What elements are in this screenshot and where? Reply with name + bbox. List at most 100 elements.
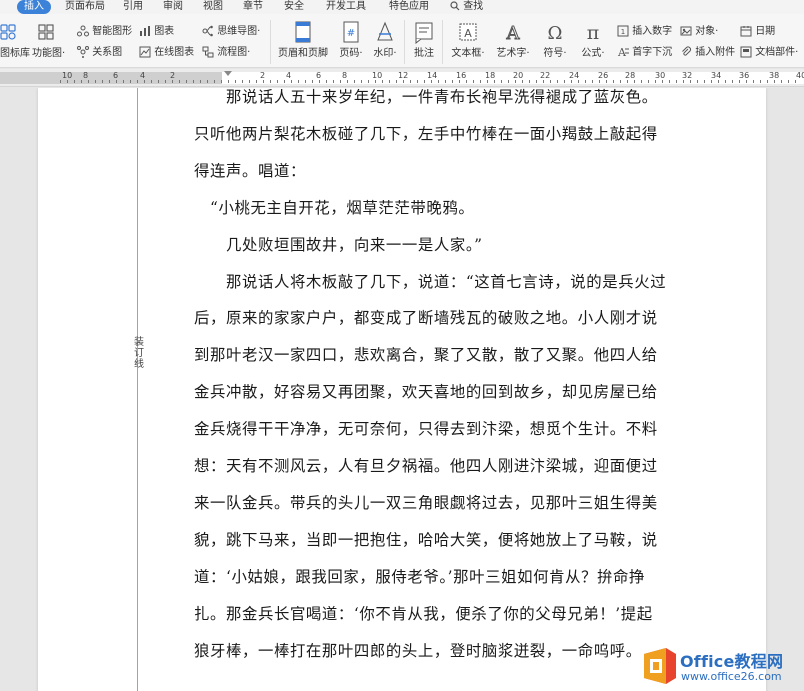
chart-button[interactable]: 图表 [139,25,174,39]
object-icon [680,26,692,36]
ruler-tick [725,80,726,83]
text-line[interactable]: 道：‘小姑娘，跟我回家，服侍老爷。’那叶三姐如何肯从？拚命挣 [194,565,645,587]
ruler-tick [144,80,145,83]
date-button[interactable]: 日期 [740,25,775,39]
ruler-tick [109,80,110,83]
tab-special-apps[interactable]: 特色应用 [389,0,429,14]
tab-review[interactable]: 审阅 [163,0,183,14]
ruler-tick [767,80,768,83]
search-button[interactable]: 查找 [450,0,483,14]
ruler-tick [410,80,411,83]
text-line[interactable]: 到那叶老汉一家四口，悲欢离合，聚了又散，散了又聚。他四人给 [194,343,658,365]
smart-shape-label: 智能图形 [92,26,133,37]
ruler-tick [179,80,180,83]
page-number-label: 页码· [339,48,363,59]
doc-parts-icon [740,46,752,58]
ruler-tick [214,80,215,83]
watermark-button[interactable]: 水印· [370,20,400,60]
ruler-tick [501,80,502,83]
text-line[interactable]: 几处败垣围故井，向来一一是人家。” [194,233,483,255]
drop-cap-button[interactable]: A 首字下沉 [617,46,672,60]
text-line[interactable]: 貌，跳下马来，当即一把抱住，哈哈大笑，便将她放上了马鞍，说 [194,528,658,550]
text-line[interactable]: 那说话人将木板敲了几下，说道：“这首七言诗，说的是兵火过 [194,270,666,292]
ruler-tick [60,80,61,83]
tab-references[interactable]: 引用 [123,0,143,14]
text-line[interactable]: 金兵冲散，好容易又再团聚，欢天喜地的回到故乡，却见房屋已给 [194,380,658,402]
smart-shape-button[interactable]: 智能图形 [77,25,132,39]
site-watermark: Office教程网 www.office26.com [638,642,804,691]
ruler-tick [592,80,593,83]
header-footer-button[interactable]: 页眉和页脚 [277,20,329,60]
ruler-tick [662,80,663,83]
textbox-button[interactable]: A 文本框· [448,20,488,60]
ruler-tick [207,80,208,83]
wordart-button[interactable]: A 艺术字· [492,20,534,60]
ruler-tick [753,80,754,83]
ruler-tick [354,80,355,83]
ruler-tick [515,80,516,83]
svg-text:A: A [617,46,627,58]
ruler-tick [277,80,278,83]
ruler-number: 6 [113,71,119,80]
ruler-tick [221,80,222,83]
mind-map-button[interactable]: 思维导图· [202,25,260,39]
svg-text:1: 1 [621,28,625,36]
text-line[interactable]: 只听他两片梨花木板碰了几下，左手中竹棒在一面小羯鼓上敲起得 [194,122,658,144]
doc-parts-button[interactable]: 文档部件· [740,46,798,60]
ruler-number: 14 [427,71,438,80]
document-area[interactable]: 装订线 那说话人五十来岁年纪，一件青布长袍早洗得褪成了蓝灰色。 只听他两片梨花木板… [0,88,804,691]
ribbon-separator [442,20,443,64]
tab-developer[interactable]: 开发工具 [326,0,366,14]
text-line[interactable]: 来一队金兵。带兵的头儿一双三角眼觑将过去，见那叶三姐生得美 [194,491,658,513]
text-line[interactable]: 想：天有不测风云，人有旦夕祸福。他四人刚进汴梁城，迎面便过 [194,454,658,476]
icon-library-button[interactable] [0,24,16,42]
symbol-button[interactable]: Ω 符号· [538,20,572,60]
text-line[interactable]: 扎。那金兵长官喝道：‘你不肯从我，便杀了你的父母兄弟！’提起 [194,602,653,624]
tab-insert[interactable]: 插入 [17,0,51,14]
text-line[interactable]: 金兵烧得干干净净，无可奈何，只得去到汴梁，想觅个生计。不料 [194,417,658,439]
ruler-tick [88,80,89,83]
gutter-char: 线 [134,359,144,370]
ruler-tick [641,80,642,83]
flow-chart-button[interactable]: 流程图· [202,46,250,60]
tab-security[interactable]: 安全 [284,0,304,14]
flow-chart-label: 流程图· [217,47,251,58]
page-number-button[interactable]: # 页码· [334,20,368,60]
ruler-tick [235,80,236,83]
ruler-tick [508,80,509,83]
insert-number-icon: 1 [617,25,629,37]
search-label: 查找 [463,1,484,12]
ruler-tick [172,80,173,83]
ruler-number: 10 [62,71,73,80]
relation-chart-button[interactable]: 关系图 [77,46,122,60]
insert-attachment-button[interactable]: 插入附件 [680,46,735,60]
text-line[interactable]: 狼牙棒，一棒打在那叶四郎的头上，登时脑浆迸裂，一命呜呼。 [194,639,642,661]
tab-view[interactable]: 视图 [203,0,223,14]
document-page[interactable]: 装订线 那说话人五十来岁年纪，一件青布长袍早洗得褪成了蓝灰色。 只听他两片梨花木板… [38,88,766,691]
formula-button[interactable]: π 公式· [576,20,610,60]
annotation-button[interactable]: 批注 [410,20,438,60]
ruler-tick [445,80,446,83]
online-chart-button[interactable]: 在线图表 [139,46,194,60]
tab-page-layout[interactable]: 页面布局 [65,0,105,14]
insert-number-button[interactable]: 1 插入数字 [617,25,672,39]
ruler-tick [473,80,474,83]
indent-marker[interactable] [224,71,232,76]
horizontal-ruler[interactable]: 10 8 6 4 2 2 4 6 8 10 12 14 16 18 20 22 24 26 28 30 32 34 36 38… [0,69,804,87]
office-logo-icon [644,648,676,684]
text-line[interactable]: 后，原来的家家户户，都变成了断墙残瓦的破败之地。小人刚才说 [194,306,658,328]
function-chart-button[interactable] [38,24,54,42]
ruler-tick [781,80,782,83]
gutter-line [137,88,138,691]
ruler-tick [480,80,481,83]
text-line[interactable]: “小桃无主自开花，烟草茫茫带晚鸦。 [194,196,474,218]
tab-chapter[interactable]: 章节 [243,0,263,14]
object-button[interactable]: 对象· [680,25,718,39]
text-line[interactable]: 得连声。唱道： [194,159,306,181]
ruler-tick [711,80,712,83]
text-line[interactable]: 那说话人五十来岁年纪，一件青布长袍早洗得褪成了蓝灰色。 [194,88,658,107]
ribbon-toolbar: 图标库 功能图· 智能图形 关系图 图表 在线图表 思维导图· 流程图· 页眉和… [0,14,804,68]
svg-text:A: A [506,23,521,44]
chart-icon [140,26,150,36]
header-footer-label: 页眉和页脚 [278,48,328,59]
